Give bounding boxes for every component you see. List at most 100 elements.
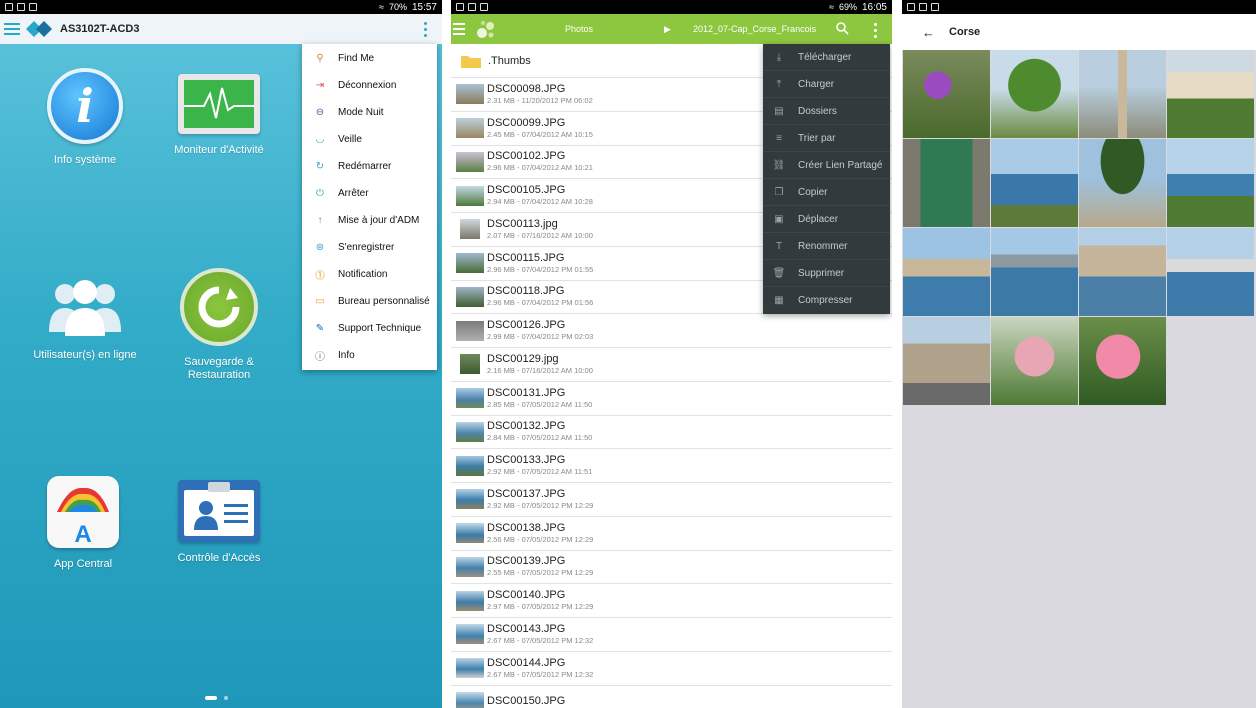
- photo-villa[interactable]: [1167, 50, 1254, 138]
- file-row[interactable]: DSC00140.JPG 2.97 MB - 07/05/2012 PM 12:2…: [451, 584, 892, 618]
- action-download[interactable]: ⤓ Télécharger: [763, 44, 890, 71]
- photo-thumbnail: [456, 489, 484, 510]
- menu-item-info[interactable]: ⓘ Info: [302, 342, 437, 369]
- action-sort-by[interactable]: ≡ Trier par: [763, 125, 890, 152]
- photo-thumbnail: [456, 691, 484, 708]
- clock: 16:05: [861, 1, 887, 13]
- action-copy[interactable]: ❐ Copier: [763, 179, 890, 206]
- clock: 15:57: [411, 1, 437, 13]
- tile-activity-monitor[interactable]: Moniteur d'Activité: [154, 74, 284, 157]
- action-create-share-link[interactable]: ⛓ Créer Lien Partagé: [763, 152, 890, 179]
- notification-icons: [5, 3, 37, 11]
- tile-system-info[interactable]: i Info système: [20, 68, 150, 167]
- tile-label: Utilisateur(s) en ligne: [33, 349, 137, 361]
- photo-grid: [903, 50, 1254, 405]
- action-rename[interactable]: T Renommer: [763, 233, 890, 260]
- menu-item-notification[interactable]: ⓵ Notification: [302, 261, 437, 288]
- tile-online-users[interactable]: Utilisateur(s) en ligne: [20, 276, 150, 362]
- photo-harbor-pier[interactable]: [991, 228, 1078, 316]
- power-icon: ⏻: [316, 188, 324, 199]
- tile-backup-restore[interactable]: Sauvegarde & Restauration: [154, 268, 284, 382]
- app-logo-icon: [477, 21, 494, 38]
- menu-item-label: Redémarrer: [338, 161, 392, 172]
- file-name: DSC00098.JPG: [487, 82, 566, 95]
- file-info: 2.99 MB - 07/04/2012 PM 02:03: [487, 332, 594, 342]
- file-row[interactable]: DSC00129.jpg 2.16 MB - 07/16/2012 AM 10:0…: [451, 348, 892, 382]
- photo-thumbnail: [456, 455, 484, 476]
- tile-label: Info système: [53, 154, 117, 166]
- file-info: 2.56 MB - 07/05/2012 PM 12:29: [487, 534, 594, 544]
- folders-icon: ▤: [774, 105, 784, 117]
- menu-item-register[interactable]: ⊛ S'enregistrer: [302, 234, 437, 261]
- hamburger-menu-icon[interactable]: [453, 23, 465, 35]
- file-row[interactable]: DSC00131.JPG 2.85 MB - 07/05/2012 AM 11:5…: [451, 382, 892, 416]
- action-folders[interactable]: ▤ Dossiers: [763, 98, 890, 125]
- photo-green-gate[interactable]: [903, 139, 990, 227]
- tile-app-central[interactable]: A App Central: [18, 476, 148, 571]
- file-row[interactable]: DSC00144.JPG 2.67 MB - 07/05/2012 PM 12:3…: [451, 652, 892, 686]
- menu-item-adm-update[interactable]: ↑ Mise à jour d'ADM: [302, 207, 437, 234]
- file-row[interactable]: DSC00137.JPG 2.92 MB - 07/05/2012 PM 12:2…: [451, 483, 892, 517]
- photo-old-town[interactable]: [903, 317, 990, 405]
- photo-thumbnail: [456, 421, 484, 442]
- action-upload[interactable]: ⤒ Charger: [763, 71, 890, 98]
- action-move[interactable]: ▣ Déplacer: [763, 206, 890, 233]
- menu-item-custom-desktop[interactable]: ▭ Bureau personnalisé: [302, 288, 437, 315]
- file-row[interactable]: DSC00150.JPG: [451, 686, 892, 708]
- breadcrumb-photos[interactable]: Photos: [565, 24, 593, 34]
- photo-thumbnail: [456, 185, 484, 206]
- file-row[interactable]: DSC00143.JPG 2.67 MB - 07/05/2012 PM 12:3…: [451, 618, 892, 652]
- photo-pine-terrace[interactable]: [1079, 139, 1166, 227]
- breadcrumb-current-folder[interactable]: 2012_07-Cap_Corse_Francois: [693, 24, 816, 34]
- menu-item-find-me[interactable]: ⚲ Find Me: [302, 45, 437, 72]
- file-info: 2.67 MB - 07/05/2012 PM 12:32: [487, 669, 594, 679]
- file-row[interactable]: DSC00132.JPG 2.84 MB - 07/05/2012 AM 11:5…: [451, 416, 892, 450]
- file-info: 2.67 MB - 07/05/2012 PM 12:32: [487, 635, 594, 645]
- photo-harbor-ship[interactable]: [1167, 228, 1254, 316]
- overflow-menu-icon[interactable]: [874, 23, 877, 38]
- menu-item-night-mode[interactable]: ⊖ Mode Nuit: [302, 99, 437, 126]
- file-row[interactable]: DSC00133.JPG 2.92 MB - 07/05/2012 AM 11:5…: [451, 449, 892, 483]
- file-name: DSC00133.JPG: [487, 454, 566, 467]
- hamburger-menu-icon[interactable]: [4, 23, 20, 35]
- file-info: 2.92 MB - 07/05/2012 PM 12:29: [487, 500, 594, 510]
- tile-access-control[interactable]: Contrôle d'Accès: [154, 480, 284, 565]
- menu-item-label: Arrêter: [338, 188, 369, 199]
- photo-sea-view[interactable]: [991, 139, 1078, 227]
- file-row[interactable]: DSC00126.JPG 2.99 MB - 07/04/2012 PM 02:0…: [451, 314, 892, 348]
- tile-label: Contrôle d'Accès: [177, 552, 261, 564]
- photo-stone-monument[interactable]: [1079, 50, 1166, 138]
- back-arrow-icon[interactable]: ←: [922, 25, 935, 40]
- photo-tree-garden[interactable]: [991, 50, 1078, 138]
- action-label: Compresser: [798, 295, 853, 306]
- menu-item-shutdown[interactable]: ⏻ Arrêter: [302, 180, 437, 207]
- activity-monitor-icon: [178, 74, 260, 134]
- menu-item-sleep[interactable]: ◡ Veille: [302, 126, 437, 153]
- action-delete[interactable]: 🗑 Supprimer: [763, 260, 890, 287]
- photo-thumbnail: [456, 84, 484, 105]
- folder-icon: ▭: [315, 296, 325, 307]
- status-bar: [902, 0, 1256, 14]
- action-compress[interactable]: ▦ Compresser: [763, 287, 890, 314]
- action-label: Renommer: [798, 240, 848, 252]
- photo-marina-town[interactable]: [1079, 228, 1166, 316]
- file-row[interactable]: DSC00138.JPG 2.56 MB - 07/05/2012 PM 12:2…: [451, 517, 892, 551]
- menu-item-restart[interactable]: ↻ Redémarrer: [302, 153, 437, 180]
- photo-thumbnail: [456, 286, 484, 307]
- photo-mimosa-tree[interactable]: [991, 317, 1078, 405]
- menu-item-logout[interactable]: ⇥ Déconnexion: [302, 72, 437, 99]
- overflow-menu-icon[interactable]: [424, 22, 428, 37]
- menu-item-tech-support[interactable]: ✎ Support Technique: [302, 315, 437, 342]
- menu-item-label: Support Technique: [338, 323, 422, 334]
- action-label: Déplacer: [798, 213, 839, 225]
- photo-port-panorama[interactable]: [903, 228, 990, 316]
- photo-flowers-purple[interactable]: [903, 50, 990, 138]
- file-row[interactable]: DSC00139.JPG 2.55 MB - 07/05/2012 PM 12:2…: [451, 551, 892, 585]
- photo-thumbnail: [456, 523, 484, 544]
- notification-icons: [456, 3, 488, 11]
- search-icon[interactable]: [835, 21, 849, 35]
- photo-pink-blossom[interactable]: [1079, 317, 1166, 405]
- compress-icon: ▦: [774, 295, 784, 306]
- status-bar: ≈ 70% 15:57: [0, 0, 442, 14]
- photo-harbor-ferry[interactable]: [1167, 139, 1254, 227]
